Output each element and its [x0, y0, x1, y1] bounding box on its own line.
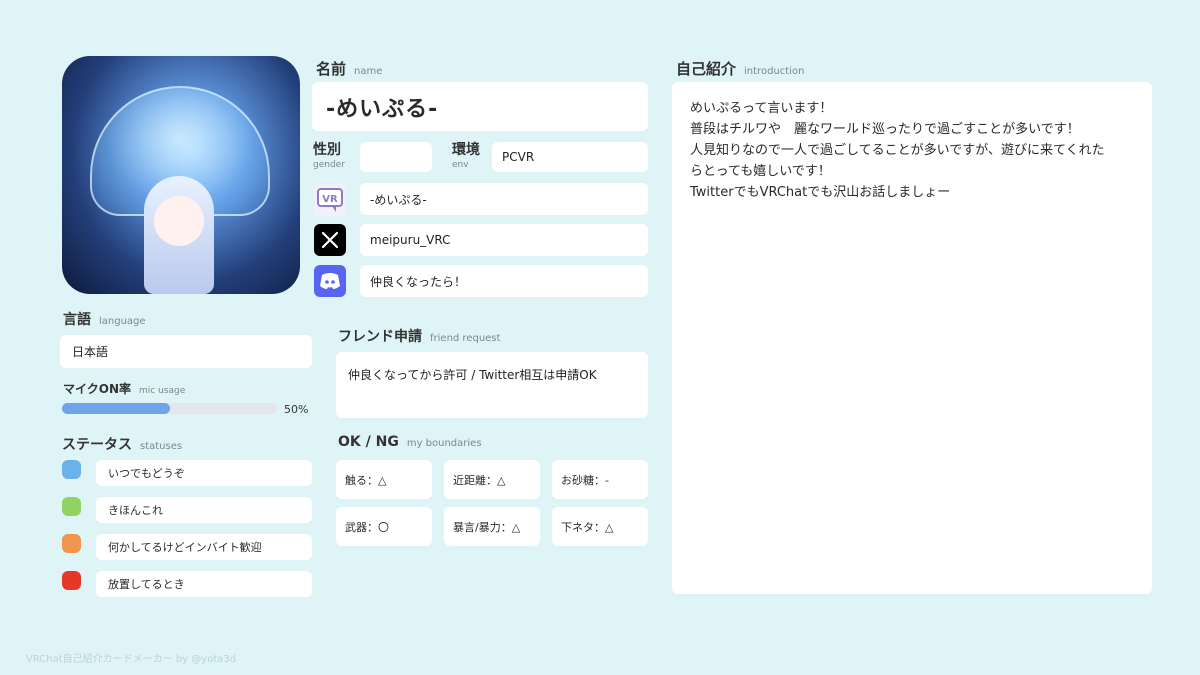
- mic-usage-percent: 50%: [284, 403, 309, 416]
- status-item-4: 放置してるとき: [96, 571, 312, 597]
- mic-label: マイクON率 mic usage: [63, 382, 186, 396]
- x-account-field: meipuru_VRC: [360, 224, 648, 256]
- intro-line-4: らとっても嬉しいです！: [690, 164, 831, 179]
- svg-text:VR: VR: [322, 194, 338, 205]
- language-field: 日本語: [60, 335, 312, 368]
- friend-request-label-en: friend request: [430, 333, 501, 344]
- status-text-4: 放置してるとき: [108, 578, 185, 591]
- vrchat-account-field: -めいぷる-: [360, 183, 648, 215]
- status-item-2: きほんこれ: [96, 497, 312, 523]
- friend-request-field: 仲良くなってから許可 / Twitter相互は申請OK: [336, 352, 648, 418]
- discord-icon: [314, 265, 346, 297]
- footer-credit: VRChat自己紹介カードメーカー by @yota3d: [26, 654, 237, 665]
- language-value: 日本語: [72, 345, 109, 359]
- boundary-item-6: 下ネタ：△: [552, 507, 648, 546]
- status-text-1: いつでもどうぞ: [108, 467, 185, 480]
- discord-account-value: 仲良くなったら！: [370, 274, 467, 289]
- mic-label-en: mic usage: [139, 386, 186, 396]
- boundary-text-4: 武器：〇: [345, 520, 389, 534]
- status-item-1: いつでもどうぞ: [96, 460, 312, 486]
- boundary-item-3: お砂糖：-: [552, 460, 648, 499]
- boundary-item-2: 近距離：△: [444, 460, 540, 499]
- avatar-image: [62, 56, 300, 294]
- boundary-item-1: 触る：△: [336, 460, 432, 499]
- intro-field: めいぷるって言います！ 普段はチルワや 麗なワールド巡ったりで過ごすことが多いで…: [672, 82, 1152, 594]
- intro-label-en: introduction: [744, 66, 805, 77]
- env-label-en: env: [452, 160, 469, 170]
- avatar-face: [154, 196, 204, 246]
- gender-field: [360, 142, 432, 172]
- status-dot-1: [62, 460, 81, 479]
- intro-line-1: めいぷるって言います！: [690, 101, 833, 116]
- boundaries-label-en: my boundaries: [406, 438, 482, 449]
- name-field: -めいぷる-: [312, 82, 648, 131]
- status-dot-2: [62, 497, 81, 516]
- status-dot-3: [62, 534, 81, 553]
- name-value: -めいぷる-: [326, 96, 439, 122]
- gender-label: 性別 gender: [313, 142, 345, 170]
- status-text-3: 何かしてるけどインバイト歓迎: [108, 541, 262, 554]
- intro-line-5: TwitterでもVRChatでも沢山お話しましょー: [690, 185, 951, 200]
- env-value: PCVR: [502, 150, 535, 164]
- boundaries-label: OK / NG my boundaries: [338, 434, 482, 450]
- mic-usage-bar: [62, 403, 277, 414]
- status-dot-4: [62, 571, 81, 590]
- statuses-label-en: statuses: [140, 441, 183, 452]
- boundary-item-5: 暴言/暴力：△: [444, 507, 540, 546]
- language-label: 言語 language: [63, 312, 146, 328]
- friend-request-value: 仲良くなってから許可 / Twitter相互は申請OK: [348, 368, 597, 382]
- mic-usage-fill: [62, 403, 170, 414]
- vrchat-account-value: -めいぷる-: [370, 192, 427, 207]
- boundary-text-2: 近距離：△: [453, 473, 506, 487]
- name-label-en: name: [354, 66, 383, 77]
- x-icon: [314, 224, 346, 256]
- boundary-text-6: 下ネタ：△: [561, 520, 614, 534]
- x-account-value: meipuru_VRC: [370, 233, 451, 247]
- boundary-text-1: 触る：△: [345, 473, 387, 487]
- vrchat-icon: VR: [314, 184, 346, 216]
- intro-line-2: 普段はチルワや 麗なワールド巡ったりで過ごすことが多いです！: [690, 122, 1080, 137]
- discord-account-field: 仲良くなったら！: [360, 265, 648, 297]
- intro-label: 自己紹介 introduction: [676, 60, 805, 78]
- intro-line-3: 人見知りなので一人で過ごしてることが多いですが、遊びに来てくれた: [690, 143, 1105, 158]
- statuses-label: ステータス statuses: [62, 437, 183, 453]
- env-label: 環境 env: [452, 142, 480, 170]
- language-label-en: language: [99, 316, 146, 327]
- status-text-2: きほんこれ: [108, 504, 163, 517]
- status-item-3: 何かしてるけどインバイト歓迎: [96, 534, 312, 560]
- boundary-item-4: 武器：〇: [336, 507, 432, 546]
- name-label: 名前 name: [316, 60, 383, 78]
- boundary-text-3: お砂糖：-: [561, 473, 609, 487]
- boundary-text-5: 暴言/暴力：△: [453, 520, 521, 534]
- friend-request-label: フレンド申請 friend request: [338, 329, 501, 345]
- env-field: PCVR: [492, 142, 648, 172]
- gender-label-en: gender: [313, 160, 345, 170]
